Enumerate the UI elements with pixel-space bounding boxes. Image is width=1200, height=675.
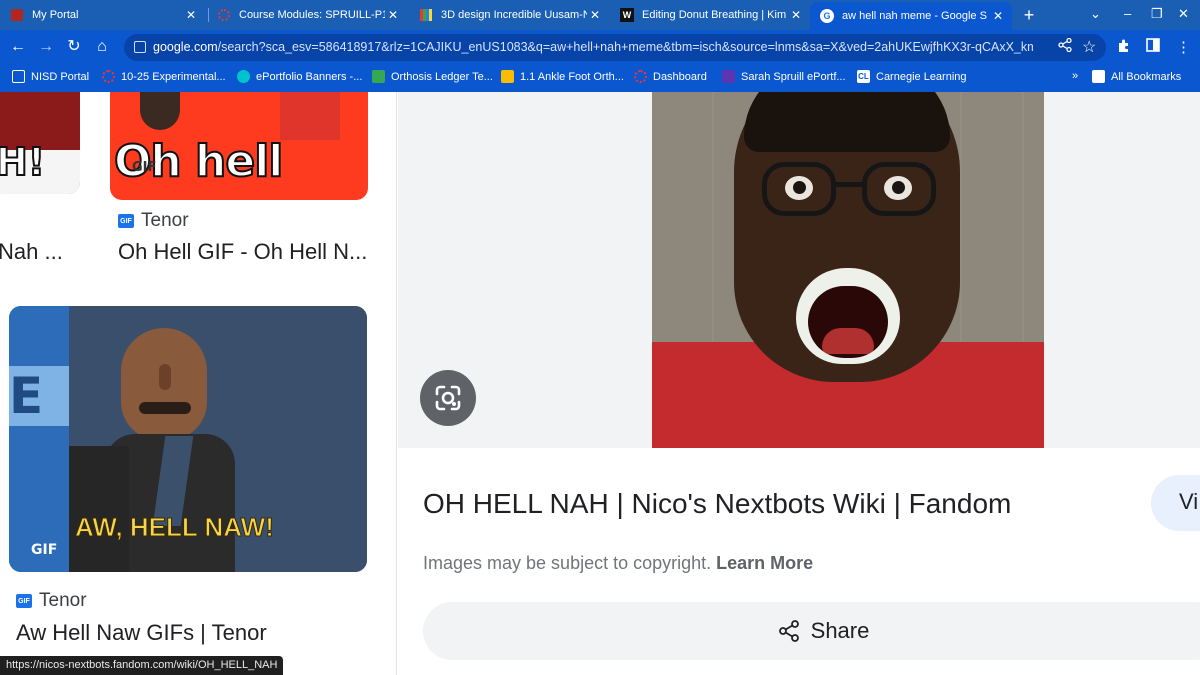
bookmark-orthosis-ledger[interactable]: Orthosis Ledger Te...	[372, 70, 493, 83]
thumb-caption: AW, HELL NAW!	[75, 512, 275, 543]
back-button[interactable]: ←	[8, 37, 28, 57]
bookmark-nisd-portal[interactable]: NISD Portal	[12, 70, 89, 83]
url-text[interactable]: google.com/search?sca_esv=586418917&rlz=…	[153, 40, 1033, 54]
result-title[interactable]: Nah ...	[0, 239, 68, 265]
cl-icon: CL	[857, 70, 870, 83]
site-icon	[722, 70, 735, 83]
tab-3d-design[interactable]: 3D design Incredible Uusam-N ✕	[409, 3, 609, 27]
page-content: H! Nah ... Oh hell naw GIF GIF Tenor Oh …	[0, 92, 1200, 675]
home-button[interactable]: ⌂	[92, 37, 112, 57]
canva-icon	[237, 70, 250, 83]
share-icon[interactable]	[1058, 37, 1072, 55]
bookmarks-bar: NISD Portal 10-25 Experimental... ePortf…	[0, 64, 1200, 92]
tab-search-icon[interactable]: ⌄	[1090, 6, 1101, 22]
gif-badge: GIF	[132, 160, 157, 175]
google-icon: G	[820, 9, 834, 23]
bookmark-carnegie-learning[interactable]: CL Carnegie Learning	[857, 70, 967, 83]
window-close-button[interactable]: ✕	[1178, 6, 1189, 22]
canvas-icon	[217, 8, 231, 22]
result-thumbnail-selected[interactable]: E AW, HELL NAW! GIF	[9, 306, 367, 572]
all-bookmarks-button[interactable]: All Bookmarks	[1092, 70, 1181, 83]
bookmark-dashboard[interactable]: Dashboard	[634, 70, 707, 83]
tab-google-search[interactable]: G aw hell nah meme - Google S ✕	[810, 2, 1012, 30]
tab-my-portal[interactable]: My Portal ✕	[0, 3, 205, 27]
folder-icon	[1092, 70, 1105, 83]
star-icon[interactable]: ☆	[1082, 37, 1096, 57]
forward-button[interactable]: →	[36, 37, 56, 57]
bookmark-eportfolio-banners[interactable]: ePortfolio Banners -...	[237, 70, 362, 83]
link-status-bar: https://nicos-nextbots.fandom.com/wiki/O…	[0, 656, 284, 675]
tab-editing-donut[interactable]: W Editing Donut Breathing | Kim ✕	[610, 3, 810, 27]
bookmark-experimental[interactable]: 10-25 Experimental...	[102, 70, 226, 83]
wix-icon: W	[620, 8, 634, 22]
tinkercad-icon	[419, 8, 433, 22]
close-tab-icon[interactable]: ✕	[587, 8, 603, 22]
address-bar[interactable]: google.com/search?sca_esv=586418917&rlz=…	[124, 34, 1106, 61]
result-thumbnail[interactable]: Oh hell naw GIF	[110, 92, 368, 200]
image-preview-panel: OH HELL NAH | Nico's Nextbots Wiki | Fan…	[398, 92, 1200, 675]
result-thumbnail[interactable]: H!	[0, 92, 80, 194]
close-tab-icon[interactable]: ✕	[990, 9, 1006, 23]
image-results-grid: H! Nah ... Oh hell naw GIF GIF Tenor Oh …	[0, 92, 397, 675]
canvas-icon	[102, 70, 115, 83]
folder-icon	[12, 70, 25, 83]
learn-more-link[interactable]: Learn More	[716, 553, 813, 573]
bookmark-sarah-eportfolio[interactable]: Sarah Spruill ePortf...	[722, 70, 846, 83]
slides-icon	[501, 70, 514, 83]
site-info-icon[interactable]	[134, 41, 146, 53]
more-bookmarks-button[interactable]: »	[1072, 70, 1078, 82]
thumb-caption: H!	[0, 139, 46, 185]
google-lens-button[interactable]	[420, 370, 476, 426]
minimize-button[interactable]: –	[1124, 6, 1131, 21]
close-tab-icon[interactable]: ✕	[788, 8, 804, 22]
sheets-icon	[372, 70, 385, 83]
menu-icon[interactable]: ⋮	[1176, 38, 1191, 56]
share-icon	[778, 620, 799, 642]
canvas-icon	[634, 70, 647, 83]
gif-badge: GIF	[31, 542, 58, 558]
extensions-icon[interactable]	[1116, 38, 1132, 58]
copyright-notice: Images may be subject to copyright. Lear…	[423, 553, 814, 573]
share-button[interactable]: Share	[423, 602, 1200, 660]
browser-toolbar: ← → ↻ ⌂ google.com/search?sca_esv=586418…	[0, 30, 1200, 64]
lens-icon	[435, 385, 461, 411]
visit-button[interactable]: Vi	[1151, 475, 1200, 531]
portal-icon	[10, 8, 24, 22]
new-tab-button[interactable]: +	[1018, 4, 1040, 26]
result-title[interactable]: Oh Hell GIF - Oh Hell N...	[118, 239, 378, 265]
side-panel-icon[interactable]	[1146, 38, 1160, 56]
result-source[interactable]: GIF Tenor	[118, 210, 189, 232]
tenor-gif-icon: GIF	[118, 214, 134, 228]
preview-title[interactable]: OH HELL NAH | Nico's Nextbots Wiki | Fan…	[423, 488, 1011, 520]
preview-image[interactable]	[652, 92, 1044, 448]
tenor-gif-icon: GIF	[16, 594, 32, 608]
result-source[interactable]: GIF Tenor	[16, 590, 87, 612]
tab-strip: My Portal ✕ Course Modules: SPRUILL-P1- …	[0, 0, 1200, 30]
result-title[interactable]: Aw Hell Naw GIFs | Tenor	[16, 620, 376, 646]
close-tab-icon[interactable]: ✕	[183, 8, 199, 22]
close-tab-icon[interactable]: ✕	[385, 8, 401, 22]
tab-course-modules[interactable]: Course Modules: SPRUILL-P1- ✕	[207, 3, 407, 27]
bookmark-ankle-foot[interactable]: 1.1 Ankle Foot Orth...	[501, 70, 624, 83]
restore-button[interactable]: ❐	[1151, 6, 1163, 22]
reload-button[interactable]: ↻	[64, 37, 84, 57]
